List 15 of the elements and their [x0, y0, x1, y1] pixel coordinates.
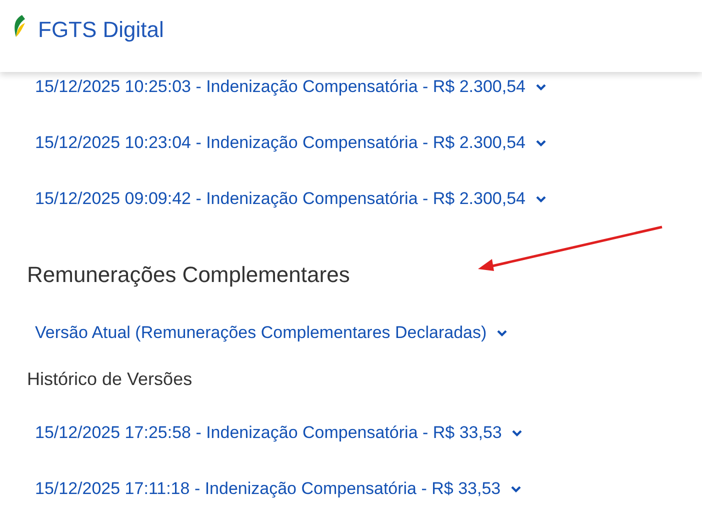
version-link[interactable]: 15/12/2025 09:09:42 - Indenização Compensatória - R$ 2.300,54	[35, 187, 546, 211]
chevron-down-icon	[536, 140, 546, 146]
chevron-down-icon	[536, 196, 546, 202]
section-title: Remunerações Complementares	[27, 261, 351, 289]
history-label: Histórico de Versões	[27, 368, 194, 391]
version-link[interactable]: 15/12/2025 10:25:03 - Indenização Compensatória - R$ 2.300,54	[35, 75, 546, 99]
version-link[interactable]: 15/12/2025 17:25:58 - Indenização Compensatória - R$ 33,53	[35, 421, 522, 445]
chevron-down-icon	[496, 330, 507, 336]
chevron-down-icon	[512, 430, 522, 436]
current-version-link[interactable]: Versão Atual (Remunerações Complementares Declaradas)	[35, 321, 507, 345]
chevron-down-icon	[510, 486, 521, 492]
version-link[interactable]: 15/12/2025 10:23:04 - Indenização Compensatória - R$ 2.300,54	[35, 131, 546, 155]
chevron-down-icon	[536, 84, 546, 90]
app-title: FGTS Digital	[38, 17, 164, 43]
version-link[interactable]: 15/12/2025 17:11:18 - Indenização Compensatória - R$ 33,53	[35, 477, 521, 501]
